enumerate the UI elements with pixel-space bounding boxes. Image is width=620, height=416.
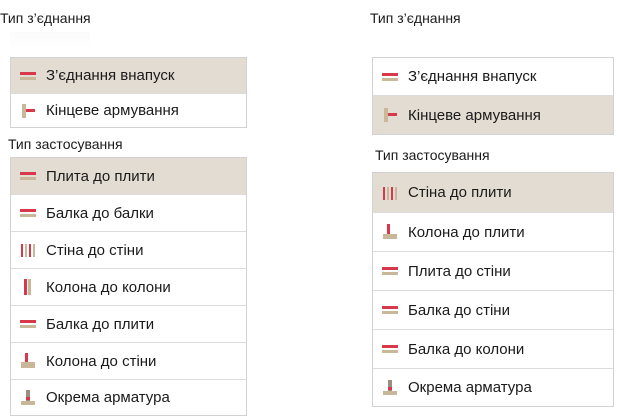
application-item-individual-rebar[interactable]: Окрема арматура (11, 379, 246, 415)
lap-joint-icon (20, 68, 36, 84)
end-reinforcement-icon (382, 107, 398, 123)
right-panel: Тип з’єднання З’єднання внапуск Кінцеве … (365, 0, 620, 416)
application-item-beam-to-beam[interactable]: Балка до балки (11, 194, 246, 231)
column-to-wall-icon (20, 353, 36, 369)
connection-type-list: З’єднання внапуск Кінцеве армування (10, 57, 247, 128)
item-label: Балка до колони (408, 340, 525, 358)
application-type-list: Стіна до плити Колона до плити Плита до … (372, 172, 614, 407)
item-label: Плита до стіни (408, 262, 511, 280)
item-label: Стіна до плити (408, 184, 512, 201)
connection-type-title: Тип з’єднання (370, 10, 461, 26)
item-label: Кінцеве армування (46, 102, 179, 119)
connection-type-title: Тип з’єднання (0, 10, 91, 26)
application-item-slab-to-wall[interactable]: Плита до стіни (373, 251, 613, 290)
application-item-wall-to-slab[interactable]: Стіна до плити (373, 173, 613, 212)
faint-shadow (10, 32, 90, 50)
item-label: Колона до колони (46, 278, 171, 296)
application-item-column-to-column[interactable]: Колона до колони (11, 268, 246, 305)
application-item-beam-to-wall[interactable]: Балка до стіни (373, 290, 613, 329)
connection-type-list: З’єднання внапуск Кінцеве армування (372, 57, 614, 135)
item-label: Колона до стіни (46, 352, 157, 370)
connection-item-end-reinforcement[interactable]: Кінцеве армування (373, 95, 613, 134)
column-to-column-icon (20, 279, 36, 295)
connection-item-end-reinforcement[interactable]: Кінцеве армування (11, 93, 246, 127)
item-label: Стіна до стіни (46, 241, 144, 259)
application-item-slab-to-slab[interactable]: Плита до плити (11, 158, 246, 194)
item-label: Балка до плити (46, 315, 155, 333)
application-item-column-to-slab[interactable]: Колона до плити (373, 212, 613, 251)
connection-item-lap-joint[interactable]: З’єднання внапуск (11, 58, 246, 93)
column-to-slab-icon (382, 224, 398, 240)
left-panel: Тип з’єднання З’єднання внапуск Кінцеве … (0, 0, 250, 416)
application-type-title: Тип застосування (375, 147, 490, 163)
beam-to-slab-icon (20, 316, 36, 332)
wall-to-slab-icon (382, 185, 398, 201)
application-type-list: Плита до плити Балка до балки Стіна до с… (10, 157, 247, 416)
slab-to-slab-icon (20, 168, 36, 184)
item-label: Окрема арматура (408, 379, 532, 396)
connection-item-lap-joint[interactable]: З’єднання внапуск (373, 58, 613, 95)
application-item-wall-to-wall[interactable]: Стіна до стіни (11, 231, 246, 268)
application-type-title: Тип застосування (8, 136, 123, 152)
individual-rebar-icon (20, 389, 36, 406)
item-label: З’єднання внапуск (408, 68, 537, 85)
item-label: Балка до стіни (408, 301, 510, 319)
slab-to-wall-icon (382, 263, 398, 279)
lap-joint-icon (382, 69, 398, 85)
item-label: Колона до плити (408, 223, 525, 241)
individual-rebar-icon (382, 379, 398, 396)
application-item-beam-to-slab[interactable]: Балка до плити (11, 305, 246, 342)
end-reinforcement-icon (20, 103, 36, 119)
beam-to-beam-icon (20, 205, 36, 221)
item-label: З’єднання внапуск (46, 67, 175, 84)
beam-to-column-icon (382, 341, 398, 357)
item-label: Плита до плити (46, 167, 155, 185)
wall-to-wall-icon (20, 242, 36, 258)
beam-to-wall-icon (382, 302, 398, 318)
application-item-individual-rebar[interactable]: Окрема арматура (373, 368, 613, 406)
application-item-beam-to-column[interactable]: Балка до колони (373, 329, 613, 368)
application-item-column-to-wall[interactable]: Колона до стіни (11, 342, 246, 379)
item-label: Кінцеве армування (408, 106, 541, 124)
item-label: Балка до балки (46, 204, 154, 222)
item-label: Окрема арматура (46, 389, 170, 406)
